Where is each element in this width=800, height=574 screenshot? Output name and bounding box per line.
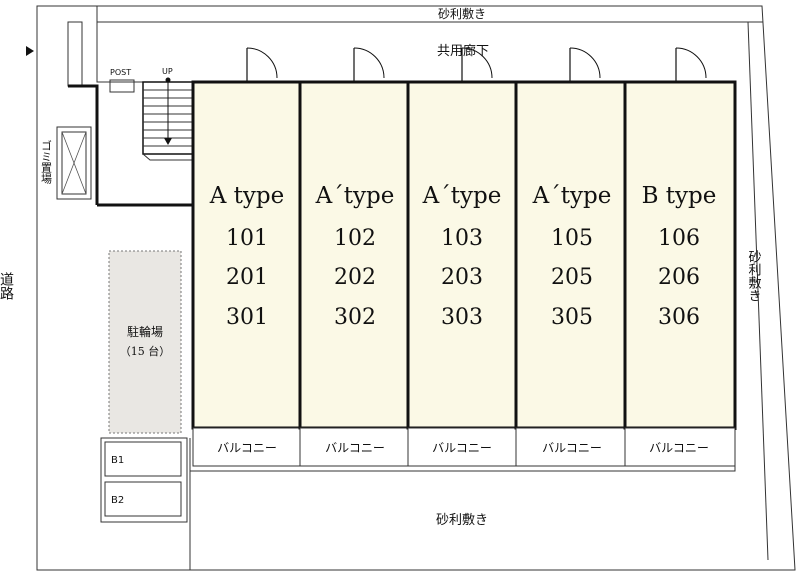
b2-label: B2 <box>111 495 124 506</box>
road-label: 道路 <box>0 272 14 300</box>
unit-type-label: A´type <box>422 183 502 209</box>
door-1 <box>246 47 278 82</box>
room-number: 202 <box>334 265 376 290</box>
stair-arrow-icon <box>164 138 172 145</box>
room-number: 302 <box>334 305 376 330</box>
room-number: 201 <box>226 265 268 290</box>
post-label: POST <box>110 68 131 77</box>
door-4 <box>569 47 601 82</box>
entry-arrow-icon <box>26 46 34 56</box>
balcony-label: バルコニー <box>649 441 709 455</box>
corridor-label: 共用廊下 <box>437 43 489 59</box>
bike-count-label: （15 台） <box>120 344 171 358</box>
floor-plan: POST UP ゴミ置場 駐輪場 （15 台） B1 B2 A type 101… <box>0 5 796 571</box>
room-number: 101 <box>226 226 268 251</box>
corridor-outline <box>96 22 735 83</box>
up-label: UP <box>162 67 173 76</box>
gravel-bottom-label: 砂利敷き <box>436 513 488 528</box>
bike-parking-label: 駐輪場 <box>127 324 163 339</box>
unit-a-prime-type-1: A´type 102 202 302 バルコニー <box>298 80 410 467</box>
balcony-label: バルコニー <box>325 441 385 455</box>
garbage-area <box>56 126 92 200</box>
stair-start-icon <box>165 77 171 83</box>
unit-type-label: B type <box>642 183 717 209</box>
room-number: 106 <box>658 226 700 251</box>
room-number: 301 <box>226 305 268 330</box>
unit-a-prime-type-3: A´type 105 205 305 バルコニー <box>514 80 627 467</box>
room-number: 305 <box>551 305 593 330</box>
balcony-label: バルコニー <box>432 441 492 455</box>
door-5 <box>675 47 707 82</box>
room-number: 105 <box>551 226 593 251</box>
room-number: 103 <box>441 226 483 251</box>
room-number: 205 <box>551 265 593 290</box>
staircase <box>142 77 194 161</box>
unit-type-label: A type <box>209 183 285 209</box>
gravel-top-label: 砂利敷き <box>438 6 486 21</box>
room-number: 203 <box>441 265 483 290</box>
balcony-label: バルコニー <box>542 441 602 455</box>
balcony-label: バルコニー <box>217 441 277 455</box>
unit-b-type: B type 106 206 306 バルコニー <box>623 80 737 467</box>
gravel-right-label: 砂利敷き <box>746 250 762 302</box>
door-2 <box>353 47 385 82</box>
room-number: 102 <box>334 226 376 251</box>
garbage-label: ゴミ置場 <box>40 139 53 185</box>
room-number: 306 <box>658 305 700 330</box>
room-number: 303 <box>441 305 483 330</box>
unit-type-label: A´type <box>532 183 612 209</box>
bike-parking <box>108 250 182 434</box>
room-number: 206 <box>658 265 700 290</box>
unit-a-type: A type 101 201 301 バルコニー <box>191 80 302 467</box>
b1-label: B1 <box>111 455 124 466</box>
unit-a-prime-type-2: A´type 103 203 303 バルコニー <box>406 80 518 467</box>
unit-type-label: A´type <box>315 183 395 209</box>
